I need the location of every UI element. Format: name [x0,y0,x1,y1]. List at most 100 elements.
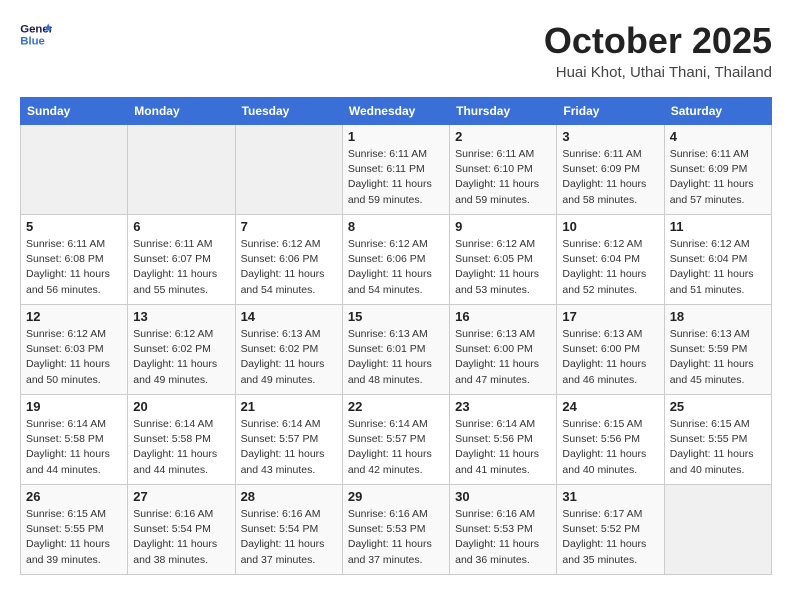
day-number: 26 [26,489,122,504]
day-info: Sunrise: 6:12 AMSunset: 6:06 PMDaylight:… [348,237,444,298]
day-number: 7 [241,219,337,234]
svg-text:Blue: Blue [20,36,45,48]
day-number: 31 [562,489,658,504]
calendar-cell: 27Sunrise: 6:16 AMSunset: 5:54 PMDayligh… [128,485,235,575]
logo-icon: General Blue [20,20,52,48]
day-info: Sunrise: 6:11 AMSunset: 6:10 PMDaylight:… [455,147,551,208]
calendar-cell: 31 Sunrise: 6:17 AMSunset: 5:52 PMDayligh… [557,485,664,575]
day-number: 13 [133,309,229,324]
calendar-cell: 16 Sunrise: 6:13 AMSunset: 6:00 PMDayligh… [450,305,557,395]
calendar-cell: 11 Sunrise: 6:12 AMSunset: 6:04 PMDayligh… [664,215,771,305]
day-info: Sunrise: 6:14 AMSunset: 5:58 PMDaylight:… [133,417,229,478]
day-number: 3 [562,129,658,144]
calendar-cell: 18 Sunrise: 6:13 AMSunset: 5:59 PMDayligh… [664,305,771,395]
day-number: 6 [133,219,229,234]
day-number: 29 [348,489,444,504]
day-number: 23 [455,399,551,414]
calendar-cell: 3 Sunrise: 6:11 AMSunset: 6:09 PMDaylight… [557,125,664,215]
day-info: Sunrise: 6:11 AMSunset: 6:11 PMDaylight:… [348,147,444,208]
calendar-cell: 28 Sunrise: 6:16 AMSunset: 5:54 PMDayligh… [235,485,342,575]
day-number: 27 [133,489,229,504]
day-number: 18 [670,309,766,324]
day-info: Sunrise: 6:15 AMSunset: 5:55 PMDaylight:… [26,507,122,568]
calendar-cell: 25 Sunrise: 6:15 AMSunset: 5:55 PMDayligh… [664,395,771,485]
day-info: Sunrise: 6:16 AMSunset: 5:53 PMDaylight:… [455,507,551,568]
calendar-cell: 13Sunrise: 6:12 AMSunset: 6:02 PMDayligh… [128,305,235,395]
calendar-cell: 20 Sunrise: 6:14 AMSunset: 5:58 PMDayligh… [128,395,235,485]
day-number: 30 [455,489,551,504]
day-info: Sunrise: 6:11 AMSunset: 6:09 PMDaylight:… [562,147,658,208]
calendar-cell: 21 Sunrise: 6:14 AMSunset: 5:57 PMDayligh… [235,395,342,485]
day-number: 16 [455,309,551,324]
day-info: Sunrise: 6:16 AMSunset: 5:53 PMDaylight:… [348,507,444,568]
weekday-header-tuesday: Tuesday [235,98,342,125]
day-number: 1 [348,129,444,144]
day-info: Sunrise: 6:17 AMSunset: 5:52 PMDaylight:… [562,507,658,568]
day-number: 12 [26,309,122,324]
calendar-table: SundayMondayTuesdayWednesdayThursdayFrid… [20,97,772,575]
day-info: Sunrise: 6:11 AMSunset: 6:08 PMDaylight:… [26,237,122,298]
day-number: 28 [241,489,337,504]
calendar-cell [664,485,771,575]
day-info: Sunrise: 6:12 AMSunset: 6:06 PMDaylight:… [241,237,337,298]
weekday-header-friday: Friday [557,98,664,125]
calendar-cell [235,125,342,215]
day-info: Sunrise: 6:13 AMSunset: 5:59 PMDaylight:… [670,327,766,388]
day-number: 22 [348,399,444,414]
day-info: Sunrise: 6:13 AMSunset: 6:02 PMDaylight:… [241,327,337,388]
calendar-cell: 23 Sunrise: 6:14 AMSunset: 5:56 PMDayligh… [450,395,557,485]
day-info: Sunrise: 6:13 AMSunset: 6:00 PMDaylight:… [562,327,658,388]
calendar-cell: 24Sunrise: 6:15 AMSunset: 5:56 PMDayligh… [557,395,664,485]
calendar-cell: 19Sunrise: 6:14 AMSunset: 5:58 PMDayligh… [21,395,128,485]
location-subtitle: Huai Khot, Uthai Thani, Thailand [544,64,772,81]
calendar-cell: 5 Sunrise: 6:11 AMSunset: 6:08 PMDaylight… [21,215,128,305]
day-info: Sunrise: 6:12 AMSunset: 6:03 PMDaylight:… [26,327,122,388]
day-info: Sunrise: 6:12 AMSunset: 6:04 PMDaylight:… [562,237,658,298]
calendar-cell [128,125,235,215]
weekday-header-sunday: Sunday [21,98,128,125]
weekday-header-saturday: Saturday [664,98,771,125]
day-info: Sunrise: 6:12 AMSunset: 6:04 PMDaylight:… [670,237,766,298]
day-number: 5 [26,219,122,234]
month-title: October 2025 [544,20,772,62]
calendar-cell: 30 Sunrise: 6:16 AMSunset: 5:53 PMDayligh… [450,485,557,575]
calendar-cell: 1 Sunrise: 6:11 AMSunset: 6:11 PMDaylight… [342,125,449,215]
calendar-cell: 22 Sunrise: 6:14 AMSunset: 5:57 PMDayligh… [342,395,449,485]
calendar-cell: 7 Sunrise: 6:12 AMSunset: 6:06 PMDaylight… [235,215,342,305]
calendar-cell: 8Sunrise: 6:12 AMSunset: 6:06 PMDaylight… [342,215,449,305]
day-number: 25 [670,399,766,414]
calendar-cell: 9 Sunrise: 6:12 AMSunset: 6:05 PMDaylight… [450,215,557,305]
calendar-cell: 6 Sunrise: 6:11 AMSunset: 6:07 PMDaylight… [128,215,235,305]
day-info: Sunrise: 6:14 AMSunset: 5:57 PMDaylight:… [348,417,444,478]
day-number: 21 [241,399,337,414]
day-number: 9 [455,219,551,234]
day-info: Sunrise: 6:11 AMSunset: 6:09 PMDaylight:… [670,147,766,208]
day-number: 17 [562,309,658,324]
day-info: Sunrise: 6:15 AMSunset: 5:55 PMDaylight:… [670,417,766,478]
weekday-header-wednesday: Wednesday [342,98,449,125]
logo: General Blue [20,20,52,48]
calendar-cell: 2 Sunrise: 6:11 AMSunset: 6:10 PMDaylight… [450,125,557,215]
day-info: Sunrise: 6:14 AMSunset: 5:56 PMDaylight:… [455,417,551,478]
calendar-cell: 12 Sunrise: 6:12 AMSunset: 6:03 PMDayligh… [21,305,128,395]
day-number: 2 [455,129,551,144]
day-info: Sunrise: 6:11 AMSunset: 6:07 PMDaylight:… [133,237,229,298]
weekday-header-monday: Monday [128,98,235,125]
day-number: 20 [133,399,229,414]
calendar-cell: 15Sunrise: 6:13 AMSunset: 6:01 PMDayligh… [342,305,449,395]
calendar-cell: 10 Sunrise: 6:12 AMSunset: 6:04 PMDayligh… [557,215,664,305]
day-info: Sunrise: 6:14 AMSunset: 5:57 PMDaylight:… [241,417,337,478]
day-info: Sunrise: 6:13 AMSunset: 6:00 PMDaylight:… [455,327,551,388]
title-block: October 2025 Huai Khot, Uthai Thani, Tha… [544,20,772,81]
weekday-header-thursday: Thursday [450,98,557,125]
day-number: 11 [670,219,766,234]
day-number: 10 [562,219,658,234]
calendar-cell: 26 Sunrise: 6:15 AMSunset: 5:55 PMDayligh… [21,485,128,575]
calendar-cell [21,125,128,215]
calendar-cell: 14Sunrise: 6:13 AMSunset: 6:02 PMDayligh… [235,305,342,395]
calendar-cell: 17 Sunrise: 6:13 AMSunset: 6:00 PMDayligh… [557,305,664,395]
day-info: Sunrise: 6:16 AMSunset: 5:54 PMDaylight:… [241,507,337,568]
day-info: Sunrise: 6:15 AMSunset: 5:56 PMDaylight:… [562,417,658,478]
day-info: Sunrise: 6:12 AMSunset: 6:05 PMDaylight:… [455,237,551,298]
calendar-cell: 29 Sunrise: 6:16 AMSunset: 5:53 PMDayligh… [342,485,449,575]
